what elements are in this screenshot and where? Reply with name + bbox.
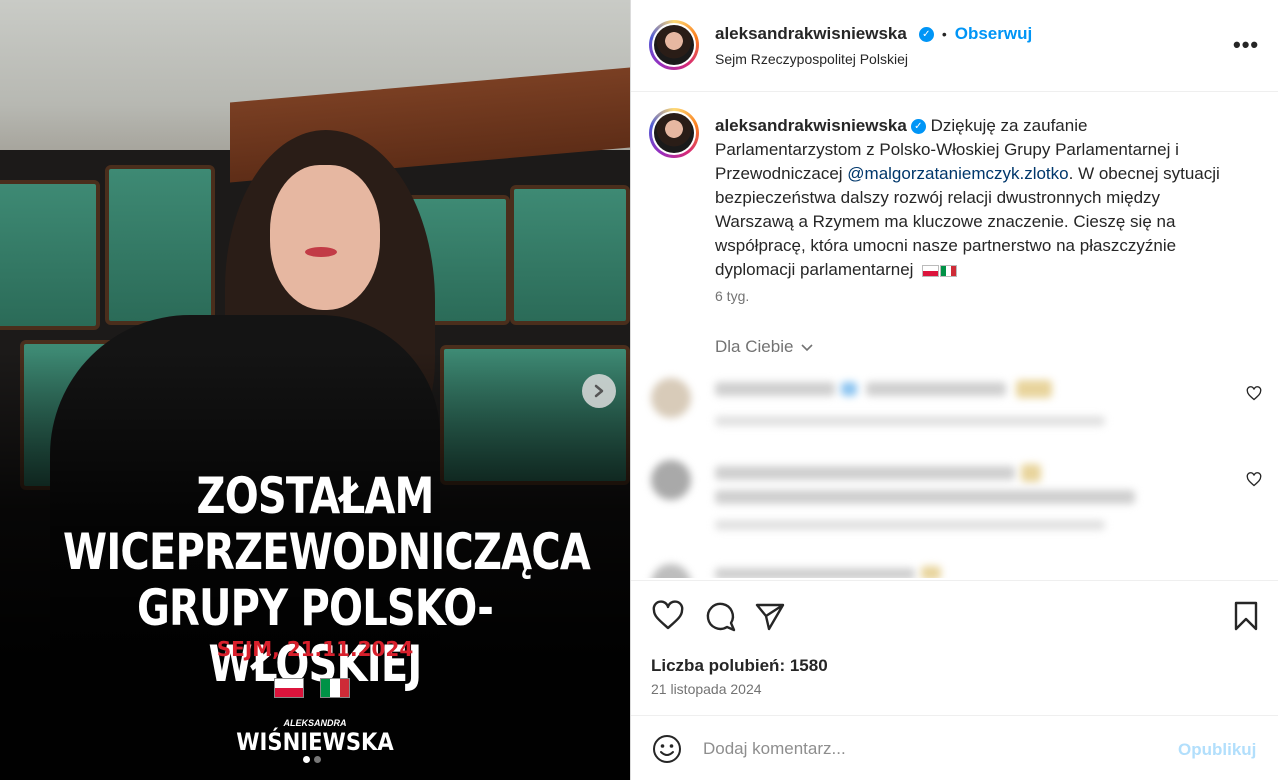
blurred-text [1016,380,1052,398]
save-bookmark-icon[interactable] [1229,599,1263,633]
verified-badge-icon: ✓ [910,119,926,135]
headline-line-2: WICEPRZEWODNICZĄCA [63,523,591,581]
follow-button[interactable]: Obserwuj [955,24,1032,44]
likes-count[interactable]: Liczba polubień: 1580 [651,656,828,676]
blurred-avatar [651,564,691,578]
comments-filter-dropdown[interactable]: Dla Ciebie [715,337,814,357]
post-date: 21 listopada 2024 [651,681,762,697]
italy-flag-icon [940,264,958,277]
blurred-avatar [651,460,691,500]
carousel-dots [303,756,321,763]
like-heart-icon[interactable] [651,599,685,633]
blurred-text [715,490,1135,504]
caption-avatar[interactable] [649,108,699,158]
carousel-dot-active [303,756,310,763]
publish-button[interactable]: Opublikuj [1178,740,1256,760]
blurred-text [715,382,835,396]
location-link[interactable]: Sejm Rzeczypospolitej Polskiej [715,51,908,67]
blurred-text [715,416,1105,426]
blurred-text [715,568,915,578]
caption-timestamp[interactable]: 6 tyg. [715,288,749,304]
signature-first-name: ALEKSANDRA [283,718,347,728]
caption-mention-link[interactable]: @malgorzataniemczyk.zlotko [847,164,1068,183]
headline-line-1: ZOSTAŁAM [196,467,435,525]
comment-input[interactable] [703,736,1153,762]
chevron-down-icon [801,343,813,351]
verified-badge-icon: ✓ [918,26,934,42]
header-username[interactable]: aleksandrakwisniewska [715,24,907,44]
italy-flag-icon [320,678,350,698]
post-side-panel: aleksandrakwisniewska ✓ • Obserwuj Sejm … [630,0,1278,780]
blurred-text [715,466,1015,480]
caption-username[interactable]: aleksandrakwisniewska [715,116,907,135]
chevron-right-icon[interactable] [582,374,616,408]
emoji-icon[interactable] [651,733,683,765]
post-actions-section: Liczba polubień: 1580 21 listopada 2024 [631,580,1278,716]
blurred-avatar [651,378,691,418]
blurred-text [866,382,1006,396]
more-options-icon[interactable]: ••• [1233,32,1259,58]
blurred-text [715,520,1105,530]
comments-list-blurred [631,368,1278,578]
blurred-text [1021,464,1041,482]
comment-like-heart-icon[interactable] [1246,472,1262,492]
comment-icon[interactable] [703,599,737,633]
share-send-icon[interactable] [753,599,787,633]
post-image[interactable]: ZOSTAŁAM WICEPRZEWODNICZĄCA GRUPY POLSKO… [0,0,630,780]
headline-date: SEJM, 21.11.2024 [216,637,414,661]
poland-flag-icon [274,678,304,698]
comments-filter-label: Dla Ciebie [715,337,794,356]
blurred-text [841,382,857,396]
headline-line-3: GRUPY POLSKO-WŁOSKIEJ [136,579,494,693]
comment-like-heart-icon[interactable] [1246,386,1262,406]
add-comment-bar: Opublikuj [631,716,1278,780]
header-separator: • [941,26,947,42]
poland-flag-icon [922,264,940,277]
avatar[interactable] [649,20,699,70]
signature-last-name: WIŚNIEWSKA [236,728,394,756]
carousel-dot [314,756,321,763]
blurred-text [921,566,941,578]
header-user-line: aleksandrakwisniewska ✓ • Obserwuj [715,24,1032,44]
post-caption: aleksandrakwisniewska ✓ Dziękuję za zaufa… [715,114,1235,282]
post-header: aleksandrakwisniewska ✓ • Obserwuj Sejm … [631,0,1278,92]
instagram-post-view: ZOSTAŁAM WICEPRZEWODNICZĄCA GRUPY POLSKO… [0,0,1278,780]
